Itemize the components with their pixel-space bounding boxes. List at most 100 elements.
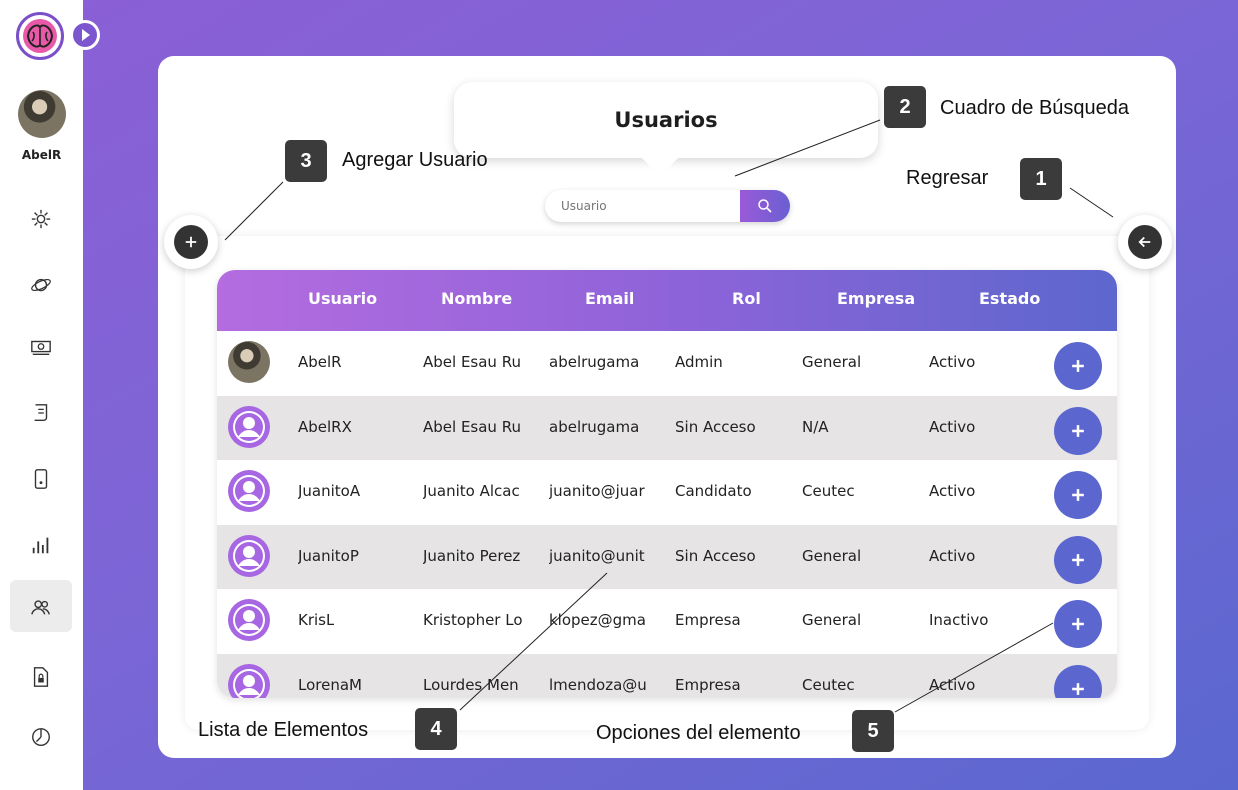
col-header-nombre[interactable]: Nombre	[441, 289, 512, 308]
cell-usuario: JuanitoP	[298, 546, 359, 565]
plus-icon	[1072, 618, 1084, 630]
cell-empresa: General	[802, 353, 862, 371]
cell-usuario: AbelR	[298, 353, 342, 371]
callout-5-badge: 5	[852, 710, 894, 752]
cell-email: juanito@unit	[549, 546, 645, 565]
receipt-icon[interactable]	[24, 396, 58, 430]
cell-rol: Admin	[675, 353, 723, 371]
col-header-rol[interactable]: Rol	[732, 289, 761, 308]
bar-chart-icon[interactable]	[24, 528, 58, 562]
arrow-left-icon	[1138, 236, 1151, 248]
add-user-button[interactable]	[164, 215, 218, 269]
gear-icon[interactable]	[24, 202, 58, 236]
cell-estado: Activo	[929, 353, 976, 371]
col-header-estado[interactable]: Estado	[979, 289, 1040, 308]
plus-icon	[1072, 682, 1084, 695]
clock-icon[interactable]	[24, 720, 58, 754]
expand-sidebar-button[interactable]	[70, 20, 100, 50]
row-options-button[interactable]	[1054, 406, 1102, 455]
cell-rol: Empresa	[675, 675, 741, 694]
cell-nombre: Lourdes Men	[423, 675, 519, 694]
planet-icon[interactable]	[24, 268, 58, 302]
avatar	[228, 341, 270, 383]
table-row[interactable]: AbelR Abel Esau Ru abelrugama Admin General A…	[217, 331, 1117, 395]
cell-email: klopez@gma	[549, 611, 646, 629]
row-options-button[interactable]	[1054, 600, 1102, 648]
callout-1-label: Regresar	[906, 167, 989, 189]
row-options-button[interactable]	[1054, 342, 1102, 390]
search-button[interactable]	[740, 190, 790, 222]
sidebar-user-name: AbelR	[21, 148, 62, 162]
callout-1-badge: 1	[1020, 158, 1062, 200]
table-header: Usuario Nombre Email Rol Empresa Estado	[217, 270, 1117, 331]
file-lock-icon[interactable]	[24, 660, 58, 694]
cell-rol: Sin Acceso	[675, 546, 756, 565]
callout-3-badge: 3	[285, 140, 327, 182]
cell-nombre: Abel Esau Ru	[423, 417, 521, 436]
cell-usuario: KrisL	[298, 611, 335, 629]
cell-nombre: Kristopher Lo	[423, 611, 523, 629]
cell-email: juanito@juar	[549, 482, 645, 500]
back-button[interactable]	[1118, 215, 1172, 269]
cell-email: lmendoza@u	[549, 675, 647, 694]
col-header-email[interactable]: Email	[585, 289, 634, 308]
user-avatar-icon	[228, 405, 270, 448]
cell-estado: Activo	[929, 417, 976, 436]
cell-empresa: General	[802, 546, 862, 565]
cell-estado: Activo	[929, 675, 976, 694]
callout-3-label: Agregar Usuario	[342, 149, 488, 171]
table-row[interactable]: JuanitoP Juanito Perez juanito@unit Sin Acc…	[217, 524, 1117, 589]
table-row[interactable]: AbelRX Abel Esau Ru abelrugama Sin Acceso N/…	[217, 395, 1117, 460]
plus-icon	[1072, 553, 1084, 566]
callout-2-label: Cuadro de Búsqueda	[940, 97, 1130, 119]
cell-email: abelrugama	[549, 353, 640, 371]
table-row[interactable]: JuanitoA Juanito Alcac juanito@juar Candida…	[217, 460, 1117, 524]
callout-5-label: Opciones del elemento	[596, 722, 801, 744]
row-options-button[interactable]	[1054, 535, 1102, 584]
cell-rol: Empresa	[675, 611, 741, 629]
cell-nombre: Juanito Alcac	[423, 482, 520, 500]
col-header-empresa[interactable]: Empresa	[837, 289, 915, 308]
cell-nombre: Juanito Perez	[423, 546, 521, 565]
brain-logo-icon	[16, 12, 64, 60]
callout-2-badge: 2	[884, 86, 926, 128]
cell-estado: Inactivo	[929, 611, 989, 629]
cell-usuario: JuanitoA	[298, 482, 361, 500]
plus-icon	[1072, 424, 1084, 437]
user-avatar-icon	[228, 534, 270, 577]
cell-estado: Activo	[929, 546, 976, 565]
sidebar: AbelR	[0, 0, 83, 790]
cell-empresa: Ceutec	[802, 675, 855, 694]
user-avatar-icon	[228, 470, 270, 512]
callout-4-badge: 4	[415, 708, 457, 750]
cell-empresa: Ceutec	[802, 482, 855, 500]
callout-4-label: Lista de Elementos	[198, 719, 369, 741]
cell-rol: Candidato	[675, 482, 752, 500]
row-options-button[interactable]	[1054, 471, 1102, 519]
user-avatar-icon	[228, 663, 270, 698]
plus-icon	[185, 236, 197, 248]
cell-usuario: LorenaM	[298, 675, 362, 694]
plus-icon	[1072, 489, 1084, 501]
cell-usuario: AbelRX	[298, 417, 352, 436]
avatar[interactable]	[18, 90, 66, 138]
page-title: Usuarios	[614, 108, 718, 132]
money-icon[interactable]	[24, 330, 58, 364]
table-row[interactable]: KrisL Kristopher Lo klopez@gma Empresa Gener…	[217, 589, 1117, 653]
cell-estado: Activo	[929, 482, 976, 500]
title-bubble: Usuarios	[454, 82, 878, 176]
cell-rol: Sin Acceso	[675, 417, 756, 436]
search-box	[545, 190, 790, 222]
user-avatar-icon	[228, 599, 270, 641]
users-table: Usuario Nombre Email Rol Empresa Estado …	[217, 270, 1117, 698]
search-input[interactable]	[545, 190, 740, 222]
table-row[interactable]: LorenaM Lourdes Men lmendoza@u Empresa Ceute…	[217, 653, 1117, 698]
plus-icon	[1072, 360, 1084, 372]
col-header-usuario[interactable]: Usuario	[308, 289, 377, 308]
phone-icon[interactable]	[24, 462, 58, 496]
cell-nombre: Abel Esau Ru	[423, 353, 521, 371]
cell-empresa: General	[802, 611, 862, 629]
cell-email: abelrugama	[549, 417, 640, 436]
row-options-button[interactable]	[1054, 664, 1102, 698]
users-icon[interactable]	[24, 590, 58, 624]
